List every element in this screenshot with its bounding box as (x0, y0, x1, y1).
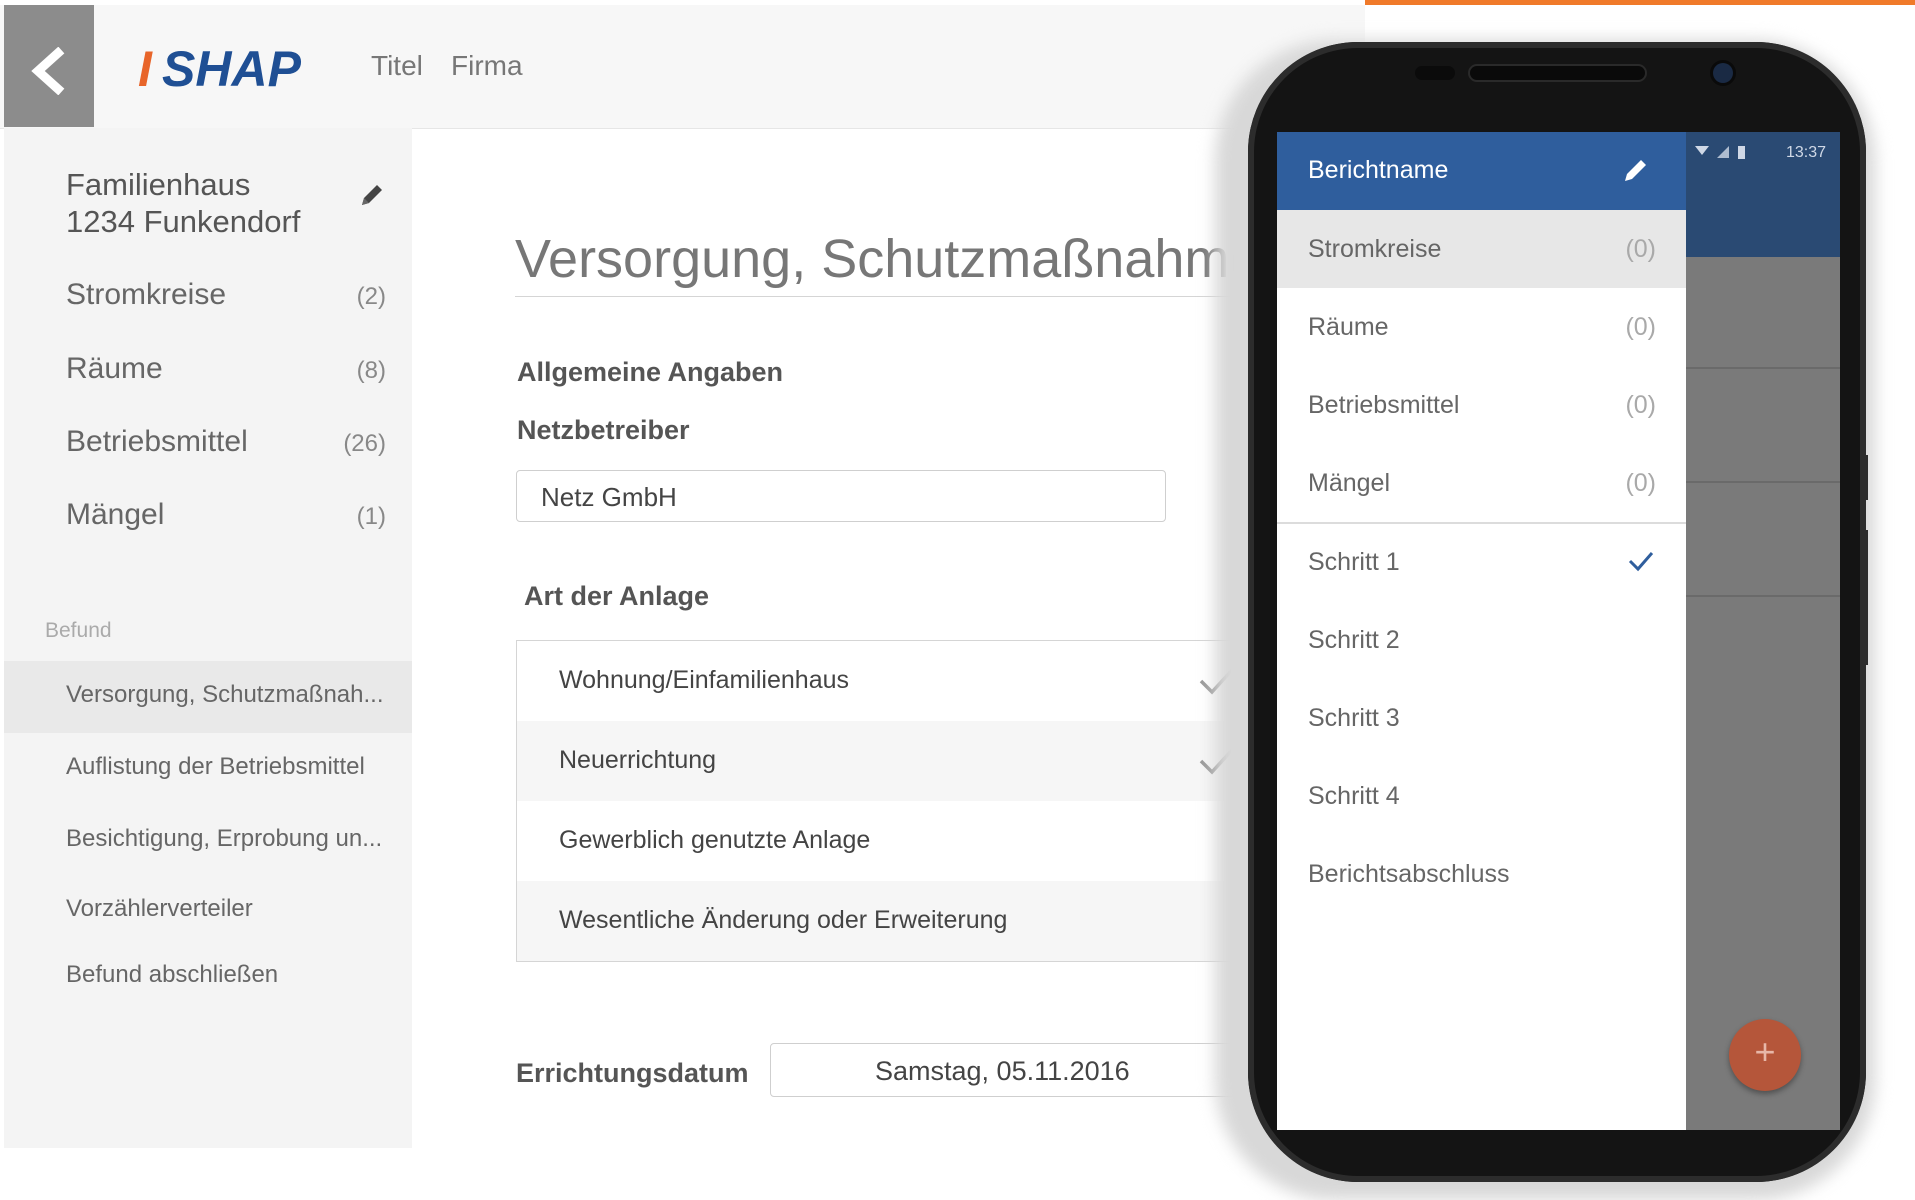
add-fab-button[interactable]: + (1729, 1019, 1801, 1091)
wifi-icon (1695, 146, 1709, 155)
drawer-step-label: Schritt 1 (1308, 548, 1400, 576)
project-title: Familienhaus 1234 Funkendorf (66, 166, 386, 240)
drawer-step-1[interactable]: Schritt 1 (1277, 523, 1686, 601)
drawer-step-label: Schritt 2 (1308, 626, 1400, 654)
drawer-step-2[interactable]: Schritt 2 (1277, 601, 1686, 679)
sidebar-item-count: (8) (356, 357, 386, 384)
drawer-item-maengel[interactable]: Mängel (0) (1277, 444, 1686, 522)
field-label-operator: Netzbetreiber (517, 415, 690, 445)
drawer-item-count: (0) (1625, 469, 1656, 497)
drawer-item-label: Räume (1308, 313, 1389, 341)
section-heading-general: Allgemeine Angaben (517, 357, 784, 387)
phone-speaker (1470, 66, 1645, 80)
facility-option-label: Neuerrichtung (559, 746, 717, 774)
drawer-item-label: Betriebsmittel (1308, 391, 1460, 419)
status-time: 13:37 (1785, 144, 1826, 161)
sidebar-item-label: Betriebsmittel (66, 425, 248, 458)
sidebar-subitem-label: Besichtigung, Erprobung un... (66, 825, 383, 852)
sidebar-subitem-versorgung[interactable]: Versorgung, Schutzmaßnah... (4, 661, 412, 733)
section-heading-facility: Art der Anlage (524, 581, 710, 611)
back-button[interactable] (4, 5, 94, 127)
project-title-line2: 1234 Funkendorf (66, 204, 301, 239)
drawer-item-stromkreise[interactable]: Stromkreise (0) (1277, 210, 1686, 288)
sidebar-subitem-befund-abschliessen[interactable]: Befund abschließen (4, 941, 412, 1013)
drawer-item-raeume[interactable]: Räume (0) (1277, 288, 1686, 366)
ishap-logo: I SHAP (138, 42, 302, 94)
sidebar-item-label: Mängel (66, 498, 165, 531)
drawer-step-label: Berichtsabschluss (1308, 860, 1510, 888)
drawer-step-label: Schritt 3 (1308, 704, 1400, 732)
top-link-firma[interactable]: Firma (451, 50, 523, 82)
phone-sensor (1415, 66, 1455, 80)
facility-option-label: Gewerblich genutzte Anlage (559, 826, 871, 854)
page-title: Versorgung, Schutzmaßnahme (515, 229, 1260, 289)
sidebar-item-maengel[interactable]: Mängel (1) (4, 486, 412, 546)
drawer-step-3[interactable]: Schritt 3 (1277, 679, 1686, 757)
sidebar-item-raeume[interactable]: Räume (8) (4, 340, 412, 400)
drawer-step-label: Schritt 4 (1308, 782, 1400, 810)
plus-icon: + (1754, 1031, 1776, 1072)
background-divider (1685, 481, 1840, 483)
phone-camera (1713, 63, 1733, 83)
sidebar-item-count: (26) (343, 430, 386, 457)
pencil-icon[interactable] (1622, 156, 1650, 184)
sidebar-subitem-besichtigung[interactable]: Besichtigung, Erprobung un... (4, 805, 412, 877)
battery-icon (1738, 146, 1745, 159)
section-label-befund: Befund (45, 619, 112, 642)
drawer-item-count: (0) (1625, 235, 1656, 263)
phone-power-button (1862, 455, 1868, 500)
logo-text-i: I (138, 42, 153, 94)
facility-option-label: Wohnung/Einfamilienhaus (559, 666, 850, 694)
operator-input-value: Netz GmbH (541, 482, 677, 512)
signal-icon (1717, 146, 1729, 158)
date-value: Samstag, 05.11.2016 (875, 1056, 1130, 1086)
sidebar-subitem-label: Versorgung, Schutzmaßnah... (66, 681, 384, 708)
drawer-header[interactable]: Berichtname (1277, 132, 1686, 210)
operator-input[interactable]: Netz GmbH (516, 470, 1166, 522)
drawer-item-label: Stromkreise (1308, 235, 1442, 263)
sidebar-item-count: (2) (356, 283, 386, 310)
top-link-titel[interactable]: Titel (371, 50, 423, 82)
facility-option-label: Wesentliche Änderung oder Erweiterung (559, 906, 1008, 934)
project-title-line1: Familienhaus (66, 167, 251, 202)
sidebar-item-stromkreise[interactable]: Stromkreise (2) (4, 266, 412, 326)
sidebar-item-betriebsmittel[interactable]: Betriebsmittel (26) (4, 413, 412, 473)
phone-volume-button (1862, 530, 1868, 665)
sidebar-item-label: Stromkreise (66, 278, 227, 311)
background-divider (1685, 367, 1840, 369)
sidebar-item-label: Räume (66, 352, 163, 385)
field-label-date: Errichtungsdatum (516, 1058, 749, 1088)
background-divider (1685, 595, 1840, 597)
sidebar-subitem-label: Auflistung der Betriebsmittel (66, 753, 365, 780)
desktop-app: I SHAP Titel Firma Familienhaus 1234 Fun… (0, 0, 1365, 1172)
sidebar-subitem-label: Vorzählerverteiler (66, 895, 253, 922)
check-icon (1628, 552, 1654, 572)
drawer-item-betriebsmittel[interactable]: Betriebsmittel (0) (1277, 366, 1686, 444)
drawer-item-count: (0) (1625, 391, 1656, 419)
sidebar-subitem-label: Befund abschließen (66, 961, 279, 988)
drawer-title: Berichtname (1308, 156, 1449, 184)
drawer-item-label: Mängel (1308, 469, 1390, 497)
pencil-icon[interactable] (358, 181, 386, 209)
sidebar-item-count: (1) (356, 503, 386, 530)
drawer-step-berichtsabschluss[interactable]: Berichtsabschluss (1277, 835, 1686, 913)
sidebar-subitem-vorzaehlerverteiler[interactable]: Vorzählerverteiler (4, 875, 412, 947)
status-icons (1695, 146, 1745, 159)
drawer-item-count: (0) (1625, 313, 1656, 341)
logo-text: SHAP (162, 42, 302, 94)
phone-status-bar: 13:37 (1685, 132, 1840, 172)
sidebar-subitem-auflistung[interactable]: Auflistung der Betriebsmittel (4, 733, 412, 805)
drawer-step-4[interactable]: Schritt 4 (1277, 757, 1686, 835)
chevron-left-icon (31, 47, 65, 95)
